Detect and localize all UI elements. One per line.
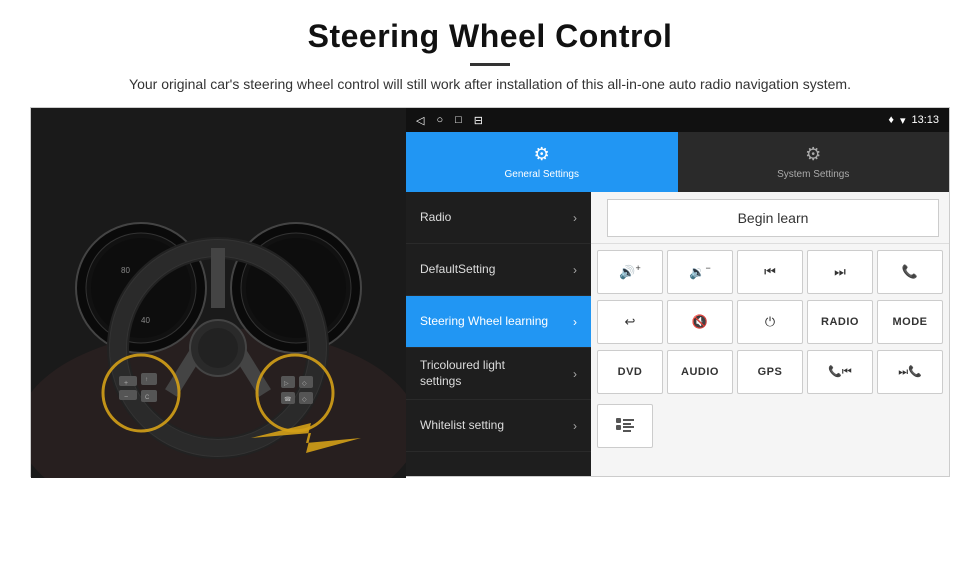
control-panel: Begin learn 🔊+ 🔉− ⏮ ⏭ — [591, 192, 949, 476]
tab-system-settings[interactable]: ⚙ System Settings — [678, 132, 950, 192]
begin-learn-button[interactable]: Begin learn — [607, 199, 939, 237]
status-bar-right: ♦ ▾ 13:13 — [888, 114, 939, 127]
power-icon: ⏻ — [765, 314, 775, 330]
button-grid-row2: ↩ 🔇 ⏻ RADIO MODE — [591, 300, 949, 350]
page-title: Steering Wheel Control — [60, 18, 920, 55]
volume-up-button[interactable]: 🔊+ — [597, 250, 663, 294]
svg-text:−: − — [124, 394, 128, 401]
menu-item-radio[interactable]: Radio › — [406, 192, 591, 244]
svg-text:☎: ☎ — [284, 396, 292, 403]
power-button[interactable]: ⏻ — [737, 300, 803, 344]
settings-menu: Radio › DefaultSetting › Steering Wheel … — [406, 192, 591, 476]
chevron-right-icon: › — [573, 211, 577, 225]
call-end-button[interactable]: ↩ — [597, 300, 663, 344]
menu-item-whitelist[interactable]: Whitelist setting › — [406, 400, 591, 452]
chevron-right-icon: › — [573, 315, 577, 329]
mode-label: MODE — [893, 316, 928, 328]
dvd-button[interactable]: DVD — [597, 350, 663, 394]
button-grid-row3: DVD AUDIO GPS 📞⏮ ⏭📞 — [591, 350, 949, 400]
menu-whitelist-label: Whitelist setting — [420, 418, 504, 434]
bottom-row — [591, 400, 949, 452]
header-divider — [470, 63, 510, 66]
menu-default-label: DefaultSetting — [420, 262, 495, 278]
volume-up-icon: 🔊+ — [619, 263, 640, 280]
menu-item-default[interactable]: DefaultSetting › — [406, 244, 591, 296]
svg-text:↑: ↑ — [145, 377, 148, 383]
gear-icon: ⚙ — [534, 144, 550, 165]
tab-general-label: General Settings — [505, 169, 580, 180]
phone-prev-button[interactable]: 📞⏮ — [807, 350, 873, 394]
phone-next-icon: ⏭📞 — [898, 365, 922, 379]
svg-text:◇: ◇ — [302, 381, 307, 387]
mute-icon: 🔇 — [692, 314, 708, 330]
audio-label: AUDIO — [681, 366, 719, 378]
status-bar: ◁ ○ □ ⊟ ♦ ▾ 13:13 — [406, 108, 949, 132]
phone-next-button[interactable]: ⏭📞 — [877, 350, 943, 394]
mode-button[interactable]: MODE — [877, 300, 943, 344]
chevron-right-icon: › — [573, 263, 577, 277]
recent-nav-icon[interactable]: □ — [455, 114, 462, 127]
menu-item-steering[interactable]: Steering Wheel learning › — [406, 296, 591, 348]
system-icon: ⚙ — [805, 144, 821, 165]
clock: 13:13 — [911, 114, 939, 126]
header-description: Your original car's steering wheel contr… — [60, 74, 920, 95]
call-end-icon: ↩ — [625, 314, 636, 330]
svg-text:C: C — [145, 395, 150, 401]
next-track-icon: ⏭ — [834, 264, 846, 280]
menu-steering-label: Steering Wheel learning — [420, 314, 548, 330]
phone-button[interactable]: 📞 — [877, 250, 943, 294]
list-icon — [613, 414, 637, 438]
svg-text:+: + — [124, 380, 128, 387]
volume-down-button[interactable]: 🔉− — [667, 250, 733, 294]
phone-prev-icon: 📞⏮ — [828, 365, 852, 379]
mute-button[interactable]: 🔇 — [667, 300, 733, 344]
location-icon: ♦ — [888, 114, 894, 126]
svg-text:◇: ◇ — [302, 397, 307, 403]
audio-button[interactable]: AUDIO — [667, 350, 733, 394]
list-icon-button[interactable] — [597, 404, 653, 448]
menu-radio-label: Radio — [420, 210, 451, 226]
main-content: 80 120 40 + − — [30, 107, 950, 477]
radio-button[interactable]: RADIO — [807, 300, 873, 344]
radio-label: RADIO — [821, 316, 859, 328]
page-header: Steering Wheel Control Your original car… — [0, 0, 980, 107]
android-ui: ◁ ○ □ ⊟ ♦ ▾ 13:13 ⚙ General Settings ⚙ S… — [406, 108, 949, 476]
back-nav-icon[interactable]: ◁ — [416, 114, 424, 127]
chevron-right-icon: › — [573, 367, 577, 381]
volume-down-icon: 🔉− — [689, 263, 710, 280]
svg-text:40: 40 — [141, 316, 150, 325]
svg-text:▷: ▷ — [284, 381, 289, 387]
button-grid-row1: 🔊+ 🔉− ⏮ ⏭ 📞 — [591, 244, 949, 300]
svg-text:80: 80 — [121, 266, 130, 275]
status-bar-left: ◁ ○ □ ⊟ — [416, 114, 483, 127]
prev-track-icon: ⏮ — [764, 264, 776, 280]
dvd-label: DVD — [618, 366, 643, 378]
menu-tricolour-label: Tricoloured lightsettings — [420, 358, 505, 389]
prev-track-button[interactable]: ⏮ — [737, 250, 803, 294]
menu-nav-icon[interactable]: ⊟ — [474, 114, 483, 127]
settings-area: Radio › DefaultSetting › Steering Wheel … — [406, 192, 949, 476]
next-track-button[interactable]: ⏭ — [807, 250, 873, 294]
gps-button[interactable]: GPS — [737, 350, 803, 394]
signal-icon: ▾ — [900, 114, 906, 127]
chevron-right-icon: › — [573, 419, 577, 433]
tab-system-label: System Settings — [777, 169, 849, 180]
home-nav-icon[interactable]: ○ — [436, 114, 443, 127]
steering-wheel-image: 80 120 40 + − — [31, 108, 406, 478]
gps-label: GPS — [758, 366, 783, 378]
begin-learn-row: Begin learn — [591, 192, 949, 244]
phone-icon: 📞 — [902, 264, 918, 280]
top-tabs: ⚙ General Settings ⚙ System Settings — [406, 132, 949, 192]
tab-general-settings[interactable]: ⚙ General Settings — [406, 132, 678, 192]
menu-item-tricolour[interactable]: Tricoloured lightsettings › — [406, 348, 591, 400]
